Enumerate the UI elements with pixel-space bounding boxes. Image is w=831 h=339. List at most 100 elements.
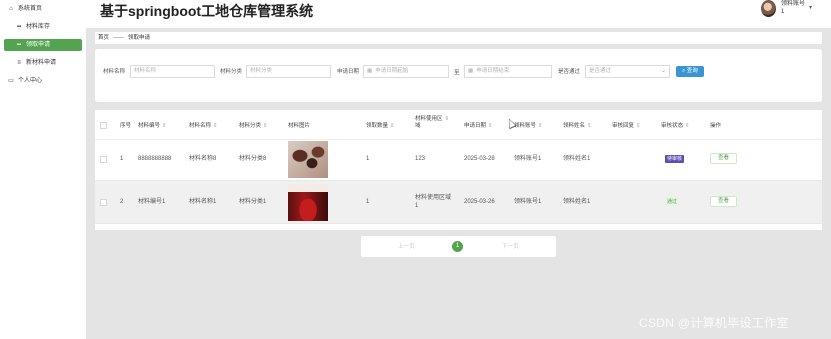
user-menu[interactable]: 领料账号 1 bbox=[781, 0, 805, 16]
material-image[interactable] bbox=[288, 184, 328, 221]
approved-label: 是否通过 bbox=[558, 69, 581, 75]
app-title: 基于springboot工地仓库管理系统 bbox=[100, 3, 314, 19]
approved-select[interactable]: 是否通过 ⌄ bbox=[585, 65, 670, 78]
grid-icon: ▪▪ bbox=[16, 42, 22, 48]
sidebar-item-material-stock[interactable]: ▪▪ 材料库存 bbox=[4, 21, 82, 33]
col-action: 操作 bbox=[710, 123, 722, 129]
cell-code: 8888888888 bbox=[138, 156, 172, 162]
sort-icon: ⇕ bbox=[213, 123, 218, 129]
cell-account: 领料账号1 bbox=[514, 156, 542, 162]
table-header: 序号 材料编号 ⇕ 材料名称 ⇕ 材料分类 ⇕ 材料图片 领取数量 ⇕ 材料使用区 ⇕ 域 … bbox=[95, 110, 822, 140]
breadcrumb: 首页 —— 领取申请 bbox=[95, 32, 822, 44]
search-panel: 材料名称 材料名称 材料分类 材料分类 申请日期 ▦ 申请日期起始 至 ▦ 申请日期… bbox=[95, 49, 822, 102]
grid-icon: ▪▪ bbox=[16, 24, 22, 30]
chevron-down-icon[interactable]: ▾ bbox=[809, 4, 812, 11]
col-account[interactable]: 领料账号 ⇕ bbox=[514, 123, 543, 130]
chevron-down-icon: ⌄ bbox=[660, 68, 666, 74]
col-name[interactable]: 材料名称 ⇕ bbox=[189, 123, 218, 130]
breadcrumb-current: 领取申请 bbox=[128, 35, 151, 41]
select-all-checkbox[interactable] bbox=[100, 122, 107, 129]
sidebar-item-label: 材料库存 bbox=[26, 24, 51, 30]
page-1-button[interactable]: 1 bbox=[452, 241, 463, 252]
cell-code: 材料编号1 bbox=[138, 199, 166, 205]
view-button[interactable]: 查看 bbox=[710, 153, 737, 164]
col-image: 材料图片 bbox=[288, 123, 311, 129]
sort-icon: ⇕ bbox=[587, 123, 592, 129]
sort-icon: ⇕ bbox=[538, 123, 543, 129]
user-name: 领料账号 bbox=[781, 1, 806, 7]
sort-icon: ⇕ bbox=[444, 116, 450, 122]
watermark: CSDN @计算机毕设工作室 bbox=[639, 316, 789, 330]
list-icon: ≡ bbox=[17, 60, 21, 66]
col-area[interactable]: 材料使用区 ⇕ 域 bbox=[415, 116, 449, 130]
sidebar-item-new-material-apply[interactable]: ≡ 新材料申请 bbox=[4, 57, 82, 69]
user-id: 1 bbox=[781, 9, 785, 15]
next-page-button[interactable]: 下一页 bbox=[502, 242, 519, 250]
col-reply[interactable]: 审核回复 ⇕ bbox=[612, 123, 641, 130]
prev-page-button[interactable]: 上一页 bbox=[398, 242, 415, 250]
col-category[interactable]: 材料分类 ⇕ bbox=[239, 123, 268, 130]
date-range-separator: 至 bbox=[454, 70, 460, 76]
col-realname[interactable]: 领料姓名 ⇕ bbox=[563, 123, 592, 130]
search-button[interactable]: ⌕ 查询 bbox=[676, 66, 704, 77]
cell-date: 2025-03-28 bbox=[464, 156, 495, 162]
avatar[interactable] bbox=[761, 0, 776, 17]
cell-index: 2 bbox=[120, 199, 124, 205]
view-button[interactable]: 查看 bbox=[710, 196, 737, 207]
sidebar-item-label: 系统首页 bbox=[18, 6, 43, 12]
date-start-picker[interactable]: ▦ 申请日期起始 bbox=[363, 65, 449, 78]
apply-date-label: 申请日期 bbox=[337, 69, 360, 75]
cell-name: 材料名称8 bbox=[189, 156, 217, 162]
sort-icon: ⇕ bbox=[390, 123, 395, 129]
data-table: 序号 材料编号 ⇕ 材料名称 ⇕ 材料分类 ⇕ 材料图片 领取数量 ⇕ 材料使用区 ⇕ 域 … bbox=[95, 110, 822, 230]
cell-qty: 1 bbox=[366, 199, 370, 205]
cell-date: 2025-03-26 bbox=[464, 199, 495, 205]
row-checkbox[interactable] bbox=[100, 156, 107, 163]
cell-realname: 领料姓名1 bbox=[563, 156, 591, 162]
sort-icon: ⇕ bbox=[263, 123, 268, 129]
row-checkbox[interactable] bbox=[100, 199, 107, 206]
material-name-input[interactable]: 材料名称 bbox=[130, 65, 215, 78]
col-index: 序号 bbox=[120, 123, 132, 129]
cell-category: 材料分类1 bbox=[239, 199, 267, 205]
breadcrumb-separator: —— bbox=[113, 35, 125, 41]
sidebar-item-label: 个人中心 bbox=[18, 78, 43, 84]
cell-area: 材料使用区域 1 bbox=[415, 195, 452, 209]
cell-area: 123 bbox=[415, 156, 426, 162]
date-end-picker[interactable]: ▦ 申请日期结束 bbox=[464, 65, 552, 78]
top-header: 基于springboot工地仓库管理系统 领料账号 1 ▾ bbox=[86, 0, 831, 28]
status-badge: 待审核 bbox=[665, 155, 685, 163]
material-category-label: 材料分类 bbox=[220, 69, 243, 75]
calendar-icon: ▦ bbox=[367, 68, 373, 74]
cell-category: 材料分类8 bbox=[239, 156, 267, 162]
material-image[interactable] bbox=[288, 141, 328, 178]
col-status[interactable]: 审核状态 ⇕ bbox=[661, 123, 690, 130]
search-icon: ⌕ bbox=[682, 68, 686, 74]
home-icon: ⌂ bbox=[9, 6, 13, 12]
sidebar-item-label: 领取申请 bbox=[26, 42, 51, 48]
pagination: 上一页 1 下一页 bbox=[361, 236, 556, 257]
col-qty[interactable]: 领取数量 ⇕ bbox=[366, 123, 395, 130]
sidebar-item-personal-center[interactable]: ▭ 个人中心 bbox=[4, 75, 82, 87]
cell-index: 1 bbox=[120, 156, 124, 162]
cell-realname: 领料姓名1 bbox=[563, 199, 591, 205]
cell-name: 材料名称1 bbox=[189, 199, 217, 205]
sort-icon: ⇕ bbox=[685, 123, 690, 129]
sidebar-item-collect-apply[interactable]: ▪▪ 领取申请 bbox=[4, 39, 82, 51]
status-badge: 通过 bbox=[665, 198, 680, 206]
table-row: 2 材料编号1 材料名称1 材料分类1 1 材料使用区域 1 2025-03-26… bbox=[95, 181, 822, 224]
sidebar-item-label: 新材料申请 bbox=[26, 60, 57, 66]
sidebar: ⌂ 系统首页 ▪▪ 材料库存 ▪▪ 领取申请 ≡ 新材料申请 ▭ 个人中心 bbox=[0, 0, 86, 339]
sidebar-item-home[interactable]: ⌂ 系统首页 bbox=[4, 3, 82, 15]
cell-account: 领料账号1 bbox=[514, 199, 542, 205]
cell-qty: 1 bbox=[366, 156, 370, 162]
material-category-input[interactable]: 材料分类 bbox=[246, 65, 331, 78]
sort-icon: ⇕ bbox=[162, 123, 167, 129]
sort-icon: ⇕ bbox=[488, 123, 493, 129]
table-row: 1 8888888888 材料名称8 材料分类8 1 123 2025-03-2… bbox=[95, 138, 822, 181]
col-date[interactable]: 申请日期 ⇕ bbox=[464, 123, 493, 130]
breadcrumb-home[interactable]: 首页 bbox=[98, 35, 109, 41]
col-code[interactable]: 材料编号 ⇕ bbox=[138, 123, 167, 130]
user-card-icon: ▭ bbox=[8, 78, 14, 84]
material-name-label: 材料名称 bbox=[103, 69, 126, 75]
